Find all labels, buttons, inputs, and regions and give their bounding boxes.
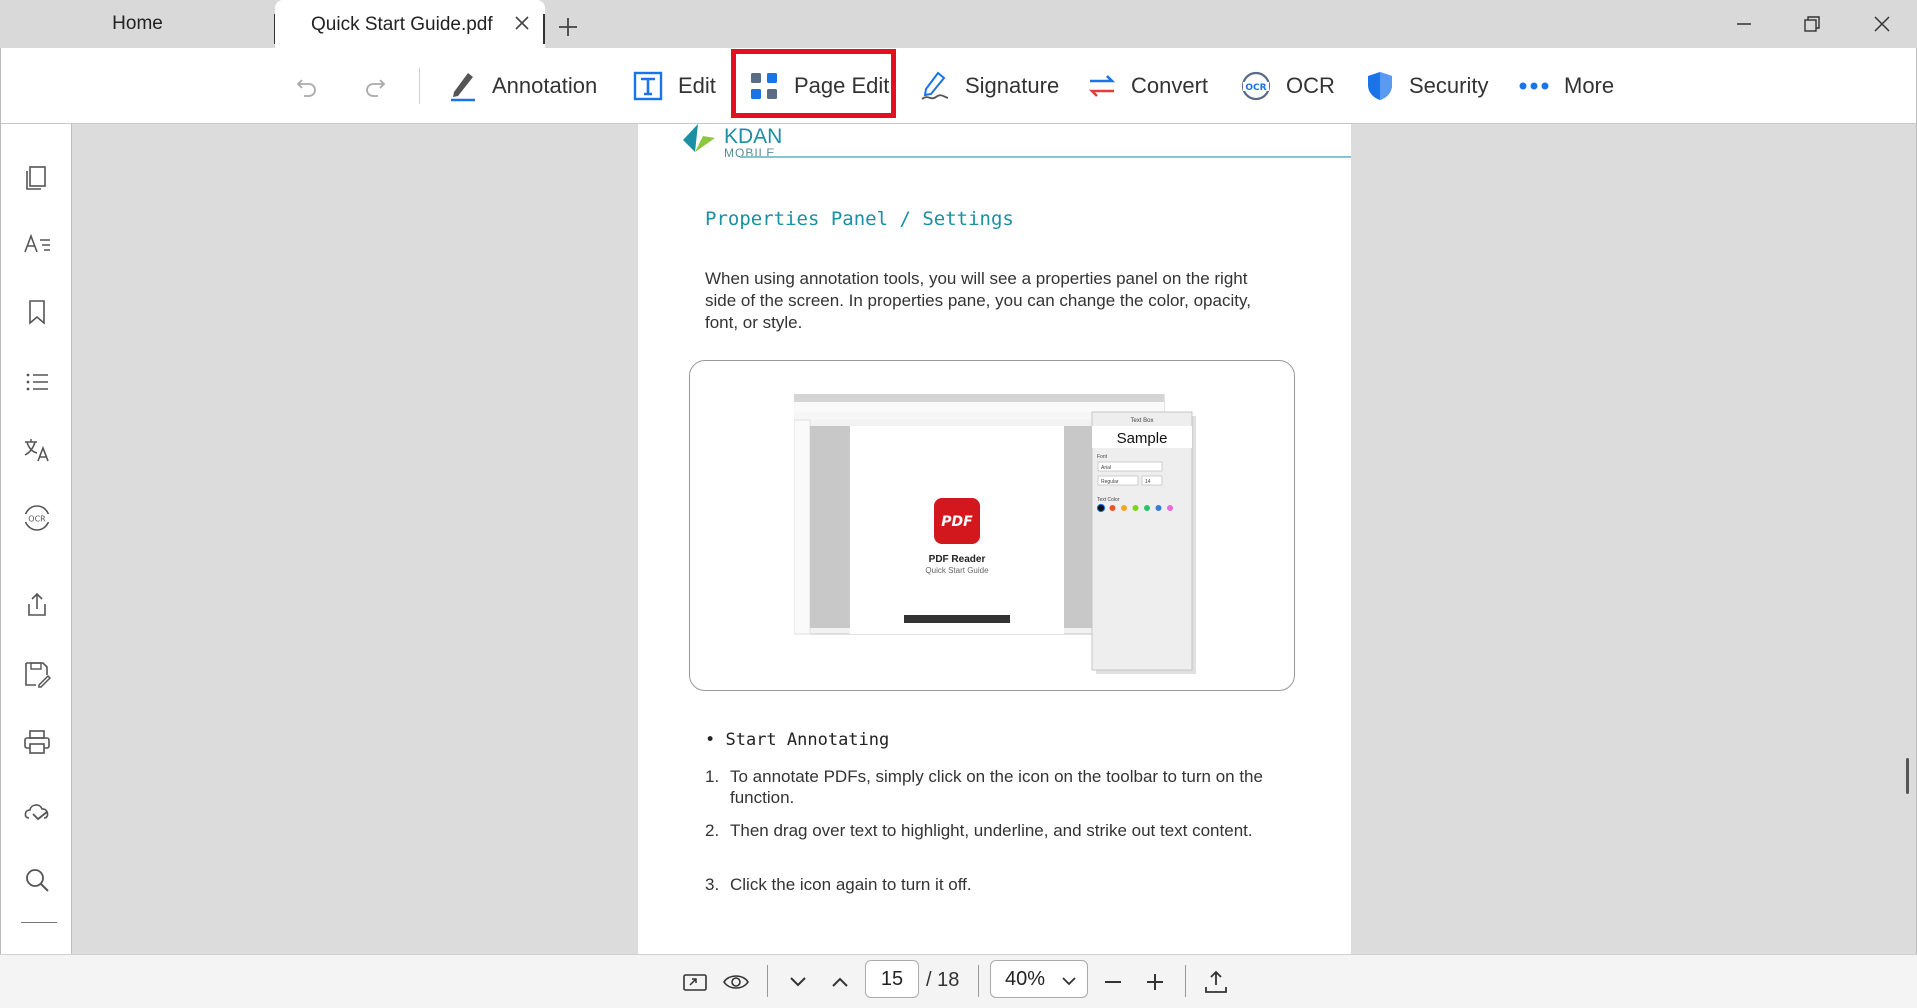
color-swatch — [1155, 505, 1162, 511]
signature-button[interactable]: Signature — [919, 48, 1059, 124]
more-label: More — [1564, 73, 1615, 98]
undo-icon[interactable] — [293, 72, 321, 100]
color-swatch — [1109, 505, 1116, 511]
color-swatch — [1144, 505, 1150, 511]
bottom-status-bar: / 18 40% — [0, 954, 1917, 1008]
page-number-input[interactable] — [865, 960, 919, 998]
ocr-button[interactable]: OCR OCR — [1240, 48, 1335, 124]
convert-label: Convert — [1131, 73, 1209, 98]
figure-style-value: Regular — [1101, 479, 1119, 485]
figure-color-label: Text Color — [1097, 497, 1120, 503]
tab-document-label: Quick Start Guide.pdf — [311, 14, 493, 35]
ocr-icon: OCR — [1241, 71, 1271, 101]
search-icon[interactable] — [21, 864, 53, 896]
next-page-chevron-down-icon[interactable] — [784, 968, 812, 996]
bullet-heading: • Start Annotating — [705, 730, 890, 750]
chevron-down-icon — [1062, 977, 1076, 986]
app-window: Home Quick Start Guide.pdf Annotation Ed… — [0, 0, 1917, 1008]
zoom-value: 40% — [1005, 967, 1046, 990]
tab-document[interactable]: Quick Start Guide.pdf — [275, 0, 545, 50]
security-button[interactable]: Security — [1365, 48, 1488, 124]
figure-app-subtitle: Quick Start Guide — [925, 566, 989, 575]
page-total: / 18 — [926, 969, 960, 991]
tab-bar: Home Quick Start Guide.pdf — [0, 0, 1917, 50]
figure-sample-text: Sample — [1117, 430, 1168, 447]
annotation-label: Annotation — [492, 73, 598, 98]
main-toolbar: Annotation Edit Page Edit Signature Conv… — [0, 48, 1917, 124]
convert-arrows-icon — [1088, 75, 1116, 97]
color-swatch — [1167, 505, 1173, 511]
list-icon[interactable] — [21, 366, 53, 398]
bookmark-icon[interactable] — [21, 296, 53, 328]
zoom-select[interactable]: 40% — [990, 960, 1088, 998]
save-as-icon[interactable] — [21, 658, 53, 690]
text-edit-icon — [633, 71, 663, 101]
pdf-badge-text: PDF — [941, 514, 973, 530]
zoom-in-icon[interactable] — [1141, 968, 1169, 996]
signature-label: Signature — [965, 73, 1060, 98]
security-label: Security — [1409, 73, 1489, 98]
list-item: 1. To annotate PDFs, simply click on the… — [705, 767, 1263, 807]
list-item: 3. Click the icon again to turn it off. — [705, 875, 972, 894]
bottom-separator — [1185, 965, 1186, 997]
shield-icon — [1368, 72, 1392, 100]
tab-home[interactable]: Home — [0, 0, 275, 48]
svg-text:OCR: OCR — [1245, 83, 1266, 93]
ocr-sidebar-icon[interactable]: OCR — [21, 502, 53, 534]
print-icon[interactable] — [21, 726, 53, 758]
color-swatch — [1121, 505, 1127, 511]
screenshot-figure: PDF PDF Reader Quick Start Guide Text Bo… — [794, 394, 1196, 674]
bottom-separator — [978, 965, 979, 997]
restore-icon[interactable] — [1798, 10, 1826, 38]
convert-button[interactable]: Convert — [1087, 48, 1208, 124]
figure-panel-title: Text Box — [1130, 418, 1153, 424]
figure-font-label: Font — [1097, 454, 1108, 460]
tab-home-label: Home — [112, 13, 163, 34]
kdan-logo-icon — [683, 124, 715, 152]
section-paragraph: When using annotation tools, you will se… — [705, 269, 1251, 332]
annotation-button[interactable]: Annotation — [448, 48, 597, 124]
svg-text:OCR: OCR — [28, 515, 46, 524]
more-dots-icon — [1519, 82, 1549, 90]
tab-separator — [543, 14, 545, 44]
ocr-label: OCR — [1286, 73, 1335, 98]
edit-button[interactable]: Edit — [632, 48, 716, 124]
pages-thumbnail-icon[interactable] — [21, 160, 53, 192]
sidebar-divider — [21, 922, 57, 923]
cloud-icon[interactable] — [21, 794, 53, 826]
pen-icon — [451, 73, 475, 102]
figure-size-value: 14 — [1145, 479, 1151, 485]
bullet-heading-text: Start Annotating — [725, 730, 890, 750]
window-close-icon[interactable] — [1868, 10, 1896, 38]
share-icon[interactable] — [21, 589, 53, 621]
close-tab-icon[interactable] — [511, 12, 533, 34]
left-sidebar: OCR — [0, 124, 72, 954]
edit-label: Edit — [678, 73, 716, 98]
zoom-out-icon[interactable] — [1099, 968, 1127, 996]
vertical-scrollbar-thumb[interactable] — [1906, 758, 1909, 794]
toolbar-separator — [419, 68, 420, 104]
figure-font-value: Arial — [1101, 465, 1111, 471]
minimize-icon[interactable] — [1730, 10, 1758, 38]
page-edit-highlight-box — [731, 49, 896, 118]
color-swatch — [1096, 503, 1106, 513]
text-outline-icon[interactable] — [21, 228, 53, 260]
previous-page-chevron-up-icon[interactable] — [826, 968, 854, 996]
bottom-separator — [767, 965, 768, 997]
list-item: 2. Then drag over text to highlight, und… — [705, 821, 1253, 840]
header-rule — [740, 156, 1351, 158]
color-swatch — [1132, 505, 1139, 511]
signature-pen-icon — [921, 71, 949, 100]
translate-icon[interactable] — [21, 434, 53, 466]
section-heading: Properties Panel / Settings — [705, 208, 1014, 230]
view-eye-icon[interactable] — [722, 968, 750, 996]
fit-page-icon[interactable] — [681, 968, 709, 996]
more-button[interactable]: More — [1518, 48, 1614, 124]
new-tab-icon[interactable] — [553, 12, 583, 42]
figure-app-name: PDF Reader — [929, 554, 986, 565]
export-upload-icon[interactable] — [1202, 968, 1230, 996]
redo-icon[interactable] — [361, 72, 389, 100]
